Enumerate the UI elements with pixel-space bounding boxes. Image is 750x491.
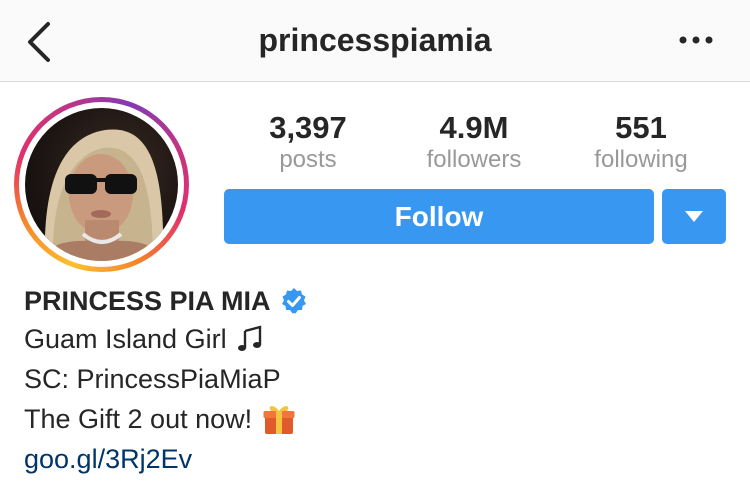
caret-down-icon xyxy=(685,211,703,222)
bio-text-3: The Gift 2 out now! xyxy=(24,404,253,434)
top-nav-bar: princesspiamia xyxy=(0,0,750,82)
display-name-row: PRINCESS PIA MIA xyxy=(24,284,308,318)
bio-line-4: goo.gl/3Rj2Ev xyxy=(24,442,192,476)
more-horizontal-icon[interactable] xyxy=(676,30,716,50)
bio-line-2: SC: PrincessPiaMiaP xyxy=(24,362,281,396)
stat-posts[interactable]: 3,397 posts xyxy=(228,110,388,174)
followers-label: followers xyxy=(426,146,522,173)
stat-followers[interactable]: 4.9M followers xyxy=(394,110,554,174)
gift-icon xyxy=(263,406,295,434)
bio-text-2: SC: PrincessPiaMiaP xyxy=(24,364,281,394)
following-count: 551 xyxy=(615,110,667,145)
bio-line-1: Guam Island Girl xyxy=(24,322,263,356)
follow-button[interactable]: Follow xyxy=(224,189,654,244)
posts-label: posts xyxy=(279,146,337,173)
avatar-portrait xyxy=(35,129,170,261)
stat-following[interactable]: 551 following xyxy=(561,110,721,174)
display-name: PRINCESS PIA MIA xyxy=(24,286,271,316)
profile-username: princesspiamia xyxy=(258,22,492,58)
music-note-icon xyxy=(237,325,261,351)
bio-line-3: The Gift 2 out now! xyxy=(24,402,296,436)
suggestions-dropdown-button[interactable] xyxy=(662,189,726,244)
avatar-border xyxy=(19,102,184,267)
story-ring[interactable] xyxy=(14,97,189,272)
posts-count: 3,397 xyxy=(269,110,347,145)
bio-text-1: Guam Island Girl xyxy=(24,324,227,354)
following-label: following xyxy=(594,146,688,173)
verified-badge-icon xyxy=(281,288,306,314)
bio-link[interactable]: goo.gl/3Rj2Ev xyxy=(24,442,192,476)
followers-count: 4.9M xyxy=(439,110,509,145)
avatar[interactable] xyxy=(25,108,178,261)
